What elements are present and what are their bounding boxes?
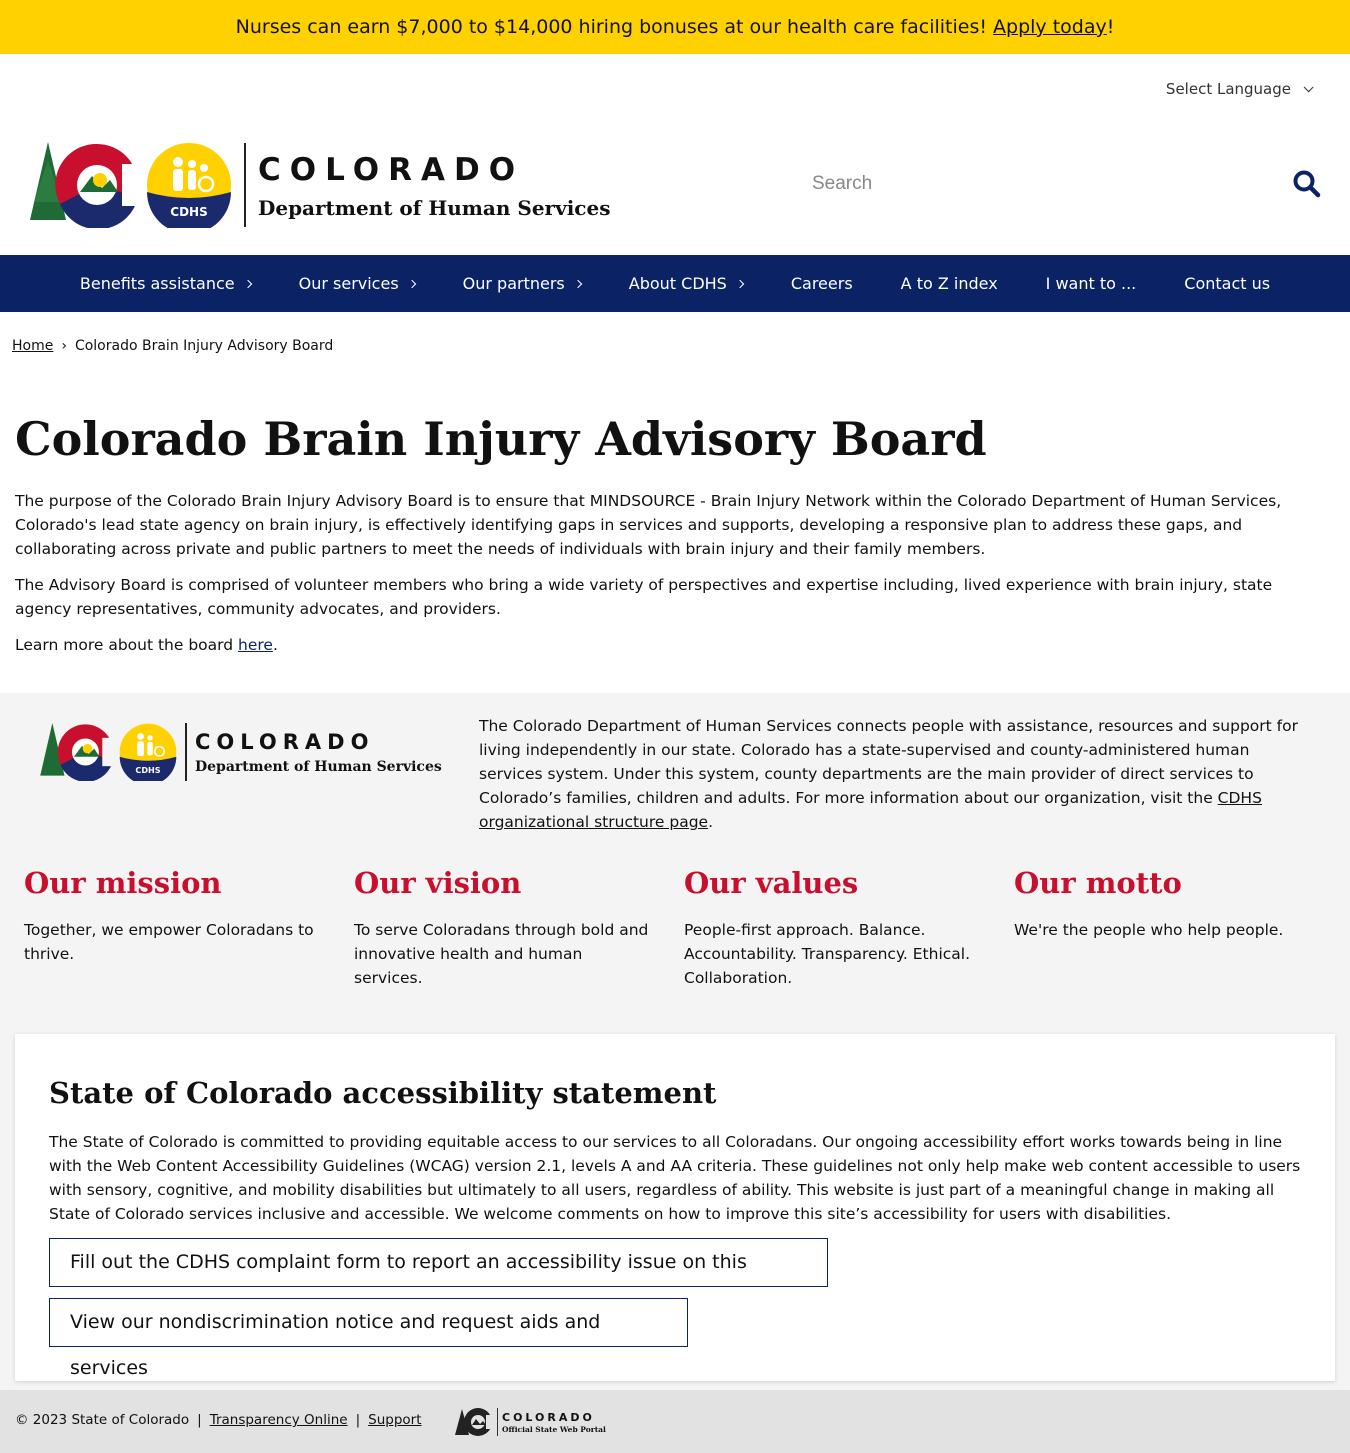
search-bar [812, 164, 1322, 204]
department-name: Department of Human Services [195, 759, 442, 775]
logo-divider [244, 143, 246, 227]
svg-text:CDHS: CDHS [170, 205, 207, 219]
members-paragraph: The Advisory Board is comprised of volun… [15, 576, 1273, 618]
department-name: Department of Human Services [258, 196, 611, 220]
values-title: Our values [684, 866, 859, 900]
vision-text: To serve Coloradans through bold and inn… [354, 921, 649, 987]
search-icon[interactable] [1292, 169, 1322, 199]
main-nav: Benefits assistance Our services Our par… [0, 255, 1350, 312]
chevron-down-icon [1303, 81, 1314, 92]
apply-today-link[interactable]: Apply today [993, 16, 1107, 38]
nondiscrimination-button[interactable]: View our nondiscrimination notice and re… [49, 1298, 688, 1379]
values-block: Our values People-first approach. Balanc… [684, 866, 984, 990]
accessibility-title: State of Colorado accessibility statemen… [49, 1076, 717, 1110]
nav-item-benefits-assistance[interactable]: Benefits assistance [56, 255, 275, 312]
vision-title: Our vision [354, 866, 522, 900]
colorado-wordmark: COLORADO [195, 730, 375, 754]
support-link[interactable]: Support [368, 1412, 421, 1428]
alert-suffix: ! [1106, 16, 1115, 38]
chevron-right-icon [243, 279, 252, 288]
vision-block: Our vision To serve Coloradans through b… [354, 866, 654, 990]
breadcrumb-home-link[interactable]: Home [12, 338, 53, 354]
state-portal-logo[interactable]: COLORADO Official State Web Portal [455, 1406, 606, 1438]
footer-logo[interactable]: CDHS COLORADO Department of Human Servic… [40, 722, 442, 782]
alert-text: Nurses can earn $7,000 to $14,000 hiring… [235, 16, 994, 38]
language-label: Select Language [1165, 80, 1291, 98]
colorado-logo-icon [30, 142, 142, 228]
svg-text:CDHS: CDHS [135, 765, 160, 775]
logo-divider [185, 723, 187, 781]
copyright: © 2023 State of Colorado [15, 1412, 190, 1428]
nav-item-a-to-z-index[interactable]: A to Z index [877, 255, 1022, 312]
nav-item-our-services[interactable]: Our services [275, 255, 439, 312]
mission-title: Our mission [24, 866, 222, 900]
colorado-portal-icon [455, 1408, 493, 1436]
cdhs-logo-icon: CDHS [119, 723, 177, 781]
breadcrumb-current: Colorado Brain Injury Advisory Board [74, 338, 334, 354]
intro-paragraph: The purpose of the Colorado Brain Injury… [15, 492, 1282, 558]
mission-text: Together, we empower Coloradans to thriv… [24, 921, 314, 963]
nav-item-about-cdhs[interactable]: About CDHS [605, 255, 767, 312]
cdhs-logo-icon: CDHS [147, 143, 231, 228]
breadcrumb-separator: › [61, 338, 67, 354]
alert-banner: Nurses can earn $7,000 to $14,000 hiring… [0, 0, 1350, 54]
nav-item-our-partners[interactable]: Our partners [439, 255, 605, 312]
portal-subtitle: Official State Web Portal [502, 1424, 606, 1434]
nav-item-contact-us[interactable]: Contact us [1160, 255, 1294, 312]
learn-more-paragraph: Learn more about the board here. [15, 636, 278, 654]
chevron-right-icon [407, 279, 416, 288]
chevron-right-icon [735, 279, 745, 288]
learn-more-link[interactable]: here [238, 636, 273, 654]
motto-text: We're the people who help people. [1014, 921, 1284, 939]
accessibility-text: The State of Colorado is committed to pr… [49, 1133, 1301, 1223]
complaint-form-button[interactable]: Fill out the CDHS complaint form to repo… [49, 1238, 828, 1319]
transparency-online-link[interactable]: Transparency Online [210, 1412, 348, 1428]
page-title: Colorado Brain Injury Advisory Board [15, 412, 987, 466]
motto-title: Our motto [1014, 866, 1182, 900]
footer-bottom: © 2023 State of Colorado | Transparency … [0, 1390, 1350, 1453]
search-input[interactable] [812, 173, 1252, 195]
colorado-logo-icon [40, 723, 116, 781]
chevron-right-icon [573, 279, 583, 288]
values-text: People-first approach. Balance. Accounta… [684, 921, 971, 987]
colorado-wordmark: COLORADO [258, 152, 525, 188]
site-logo[interactable]: CDHS COLORADO Department of Human Servic… [30, 142, 610, 228]
mission-block: Our mission Together, we empower Colorad… [24, 866, 324, 966]
nav-item-i-want-to[interactable]: I want to ... [1022, 255, 1161, 312]
footer-about-text: The Colorado Department of Human Service… [479, 717, 1298, 831]
accessibility-statement: State of Colorado accessibility statemen… [15, 1034, 1335, 1381]
language-select[interactable]: Select Language [1165, 80, 1314, 98]
portal-wordmark: COLORADO [502, 1410, 595, 1424]
nav-item-careers[interactable]: Careers [767, 255, 877, 312]
motto-block: Our motto We're the people who help peop… [1014, 866, 1314, 942]
breadcrumb: Home › Colorado Brain Injury Advisory Bo… [12, 338, 333, 354]
